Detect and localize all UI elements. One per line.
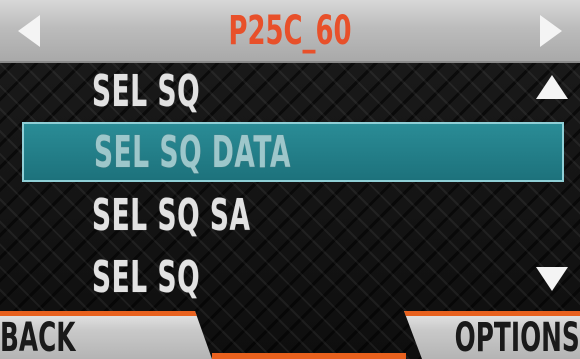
list-item-label: SEL SQ [92, 65, 201, 117]
options-button-label: OPTIONS [454, 314, 580, 359]
list-item-label: SEL SQ [92, 251, 201, 303]
next-page-button[interactable] [522, 0, 580, 61]
footer-accent-bar [212, 353, 406, 359]
triangle-up-icon [536, 75, 568, 99]
back-button-label: BACK [0, 314, 76, 359]
prev-page-button[interactable] [0, 0, 58, 61]
header-bar: P25C_60 [0, 0, 580, 63]
triangle-down-icon [536, 267, 568, 291]
list-item[interactable]: SEL SQ [0, 62, 520, 120]
scroll-down-button[interactable] [532, 262, 572, 296]
list-item[interactable]: SEL SQ [0, 248, 520, 306]
options-button[interactable]: OPTIONS [404, 311, 580, 359]
list-item[interactable]: SEL SQ SA [0, 186, 520, 244]
page-title: P25C_60 [228, 7, 352, 54]
triangle-left-icon [18, 14, 40, 47]
list-item-label: SEL SQ DATA [94, 126, 291, 178]
list-item-label: SEL SQ SA [92, 189, 251, 241]
back-button[interactable]: BACK [0, 311, 212, 359]
menu-list: SEL SQ SEL SQ DATA SEL SQ SA SEL SQ [0, 62, 580, 308]
triangle-right-icon [540, 14, 562, 47]
list-item-selected[interactable]: SEL SQ DATA [22, 122, 564, 182]
scroll-up-button[interactable] [532, 70, 572, 104]
radio-menu-screen: P25C_60 SEL SQ SEL SQ DATA SEL SQ SA SEL… [0, 0, 580, 359]
